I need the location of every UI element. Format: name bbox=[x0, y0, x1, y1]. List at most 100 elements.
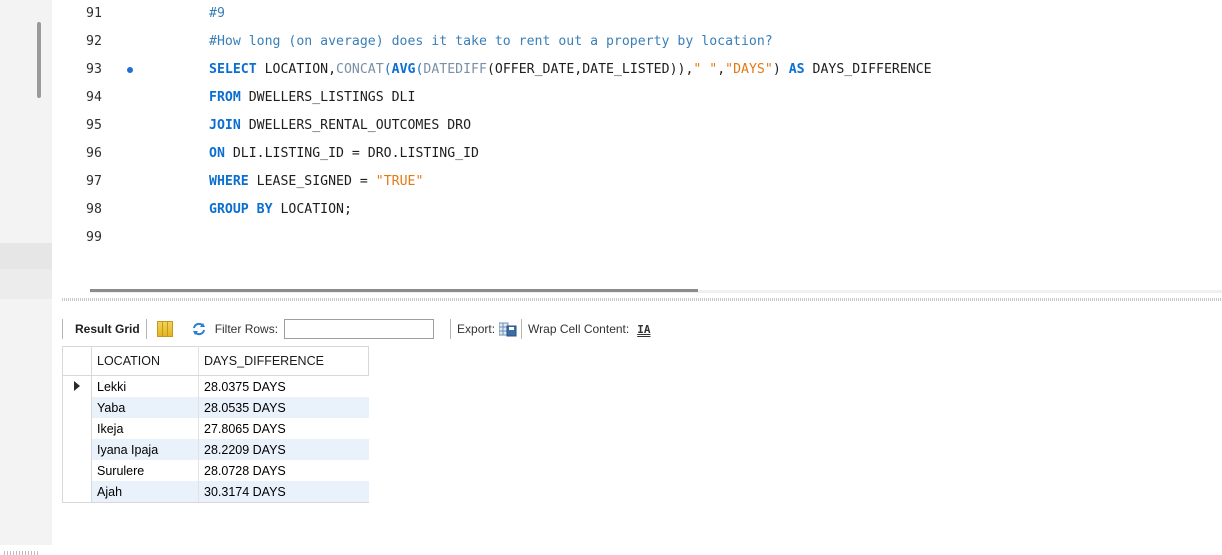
code-comment: #9 bbox=[209, 6, 225, 21]
code-statement: WHERE LEASE_SIGNED = "TRUE" bbox=[209, 168, 423, 196]
code-line[interactable]: 92 #How long (on average) does it take t… bbox=[52, 28, 1222, 56]
code-line[interactable]: 91 #9 bbox=[52, 0, 1222, 28]
code-text: DWELLERS_LISTINGS DLI bbox=[240, 90, 416, 105]
sql-editor[interactable]: 91 #9 92 #How long (on average) does it … bbox=[52, 0, 1222, 270]
keyword-on: ON bbox=[209, 146, 225, 161]
line-number: 95 bbox=[86, 118, 102, 133]
code-statement: ON DLI.LISTING_ID = DRO.LISTING_ID bbox=[209, 140, 479, 168]
horizontal-scrollbar-thumb[interactable] bbox=[90, 289, 698, 292]
code-line[interactable]: 95 JOIN DWELLERS_RENTAL_OUTCOMES DRO bbox=[52, 112, 1222, 140]
days-difference-cell[interactable]: 28.0535 DAYS bbox=[198, 397, 369, 418]
keyword-select: SELECT bbox=[209, 62, 257, 77]
table-row[interactable]: Ajah 30.3174 DAYS bbox=[62, 481, 369, 503]
location-cell[interactable]: Yaba bbox=[91, 397, 199, 418]
filter-rows-input[interactable] bbox=[284, 319, 435, 339]
row-header-corner[interactable] bbox=[62, 346, 92, 376]
result-grid-tab[interactable]: Result Grid bbox=[75, 322, 140, 336]
string-literal: " " bbox=[693, 62, 718, 77]
function-avg: AVG bbox=[391, 62, 416, 77]
code-statement: GROUP BY LOCATION; bbox=[209, 196, 352, 224]
days-difference-cell[interactable]: 27.8065 DAYS bbox=[199, 418, 369, 439]
location-cell[interactable]: Ajah bbox=[91, 481, 199, 503]
line-number: 99 bbox=[86, 230, 102, 245]
keyword-join: JOIN bbox=[209, 118, 241, 133]
line-number: 93 bbox=[86, 62, 102, 77]
row-header[interactable] bbox=[62, 375, 92, 397]
result-grid: LOCATION DAYS_DIFFERENCE Lekki 28.0375 D… bbox=[62, 346, 369, 503]
row-header[interactable] bbox=[62, 481, 92, 503]
export-icon[interactable] bbox=[498, 321, 517, 337]
table-row[interactable]: Iyana Ipaja 28.2209 DAYS bbox=[62, 439, 369, 460]
code-text: DWELLERS_RENTAL_OUTCOMES DRO bbox=[240, 118, 472, 133]
code-text: DLI.LISTING_ID = DRO.LISTING_ID bbox=[224, 146, 479, 161]
result-toolbar: Result Grid Filter Rows: Export: Wrap Ce… bbox=[62, 316, 650, 342]
export-icon-svg bbox=[498, 322, 517, 337]
keyword-from: FROM bbox=[209, 90, 241, 105]
export-label: Export: bbox=[457, 322, 496, 336]
statement-marker-icon bbox=[127, 67, 133, 73]
code-text: LEASE_SIGNED = bbox=[248, 174, 376, 189]
wrap-text-icon[interactable]: IA bbox=[637, 323, 650, 336]
column-header-location[interactable]: LOCATION bbox=[91, 346, 199, 376]
code-comment: #How long (on average) does it take to r… bbox=[209, 34, 773, 49]
code-line[interactable]: 97 WHERE LEASE_SIGNED = "TRUE" bbox=[52, 168, 1222, 196]
days-difference-cell[interactable]: 28.2209 DAYS bbox=[198, 439, 369, 460]
left-panel bbox=[0, 0, 52, 555]
filter-rows-label: Filter Rows: bbox=[214, 322, 279, 336]
line-number: 96 bbox=[86, 146, 102, 161]
toolbar-divider bbox=[521, 319, 523, 339]
code-text: LOCATION; bbox=[272, 202, 352, 217]
days-difference-cell[interactable]: 30.3174 DAYS bbox=[198, 481, 369, 503]
keyword-where: WHERE bbox=[209, 174, 249, 189]
location-cell[interactable]: Ikeja bbox=[91, 418, 199, 439]
row-header[interactable] bbox=[62, 397, 92, 418]
code-text: DAYS_DIFFERENCE bbox=[804, 62, 932, 77]
code-line[interactable]: 99 bbox=[52, 224, 1222, 252]
vertical-scrollbar-thumb[interactable] bbox=[37, 22, 41, 98]
wrap-cell-content-label: Wrap Cell Content: bbox=[528, 322, 630, 336]
location-cell[interactable]: Surulere bbox=[91, 460, 199, 481]
row-header[interactable] bbox=[62, 439, 92, 460]
left-panel-splitter[interactable] bbox=[0, 269, 52, 555]
refresh-icon[interactable] bbox=[191, 322, 207, 336]
code-statement: JOIN DWELLERS_RENTAL_OUTCOMES DRO bbox=[209, 112, 471, 140]
table-row[interactable]: Ikeja 27.8065 DAYS bbox=[62, 418, 369, 439]
code-text: ) bbox=[772, 62, 789, 77]
code-text: LOCATION, bbox=[256, 62, 337, 77]
editor-results-splitter[interactable] bbox=[62, 298, 1222, 301]
location-cell[interactable]: Iyana Ipaja bbox=[91, 439, 199, 460]
row-header[interactable] bbox=[62, 418, 92, 439]
line-number: 97 bbox=[86, 174, 102, 189]
function-concat: CONCAT bbox=[336, 62, 384, 77]
refresh-icon-svg bbox=[192, 322, 205, 336]
line-number: 92 bbox=[86, 34, 102, 49]
table-row[interactable]: Surulere 28.0728 DAYS bbox=[62, 460, 369, 481]
code-text: (OFFER_DATE,DATE_LISTED)), bbox=[486, 62, 694, 77]
grid-header-row: LOCATION DAYS_DIFFERENCE bbox=[62, 346, 369, 376]
line-number: 91 bbox=[86, 6, 102, 21]
string-literal: "DAYS" bbox=[725, 62, 773, 77]
code-line[interactable]: 93 SELECT LOCATION,CONCAT(AVG(DATEDIFF(O… bbox=[52, 56, 1222, 84]
table-row[interactable]: Lekki 28.0375 DAYS bbox=[62, 375, 369, 398]
code-line[interactable]: 94 FROM DWELLERS_LISTINGS DLI bbox=[52, 84, 1222, 112]
code-line[interactable]: 96 ON DLI.LISTING_ID = DRO.LISTING_ID bbox=[52, 140, 1222, 168]
column-header-days-difference[interactable]: DAYS_DIFFERENCE bbox=[198, 346, 369, 376]
code-line[interactable]: 98 GROUP BY LOCATION; bbox=[52, 196, 1222, 224]
function-datediff: DATEDIFF bbox=[423, 62, 487, 77]
line-number: 94 bbox=[86, 90, 102, 105]
splitter-grip[interactable] bbox=[4, 551, 38, 555]
code-statement: SELECT LOCATION,CONCAT(AVG(DATEDIFF(OFFE… bbox=[209, 56, 932, 84]
code-text: ( bbox=[383, 62, 392, 77]
toolbar-divider bbox=[145, 319, 147, 339]
table-row[interactable]: Yaba 28.0535 DAYS bbox=[62, 397, 369, 418]
grid-view-icon[interactable] bbox=[156, 321, 173, 337]
location-cell[interactable]: Lekki bbox=[91, 375, 199, 397]
code-statement: FROM DWELLERS_LISTINGS DLI bbox=[209, 84, 415, 112]
row-header[interactable] bbox=[62, 460, 92, 481]
toolbar-divider bbox=[62, 319, 63, 339]
days-difference-cell[interactable]: 28.0728 DAYS bbox=[199, 460, 369, 481]
left-panel-segment bbox=[0, 243, 52, 269]
days-difference-cell[interactable]: 28.0375 DAYS bbox=[199, 376, 369, 398]
line-number: 98 bbox=[86, 202, 102, 217]
code-text: , bbox=[717, 62, 726, 77]
